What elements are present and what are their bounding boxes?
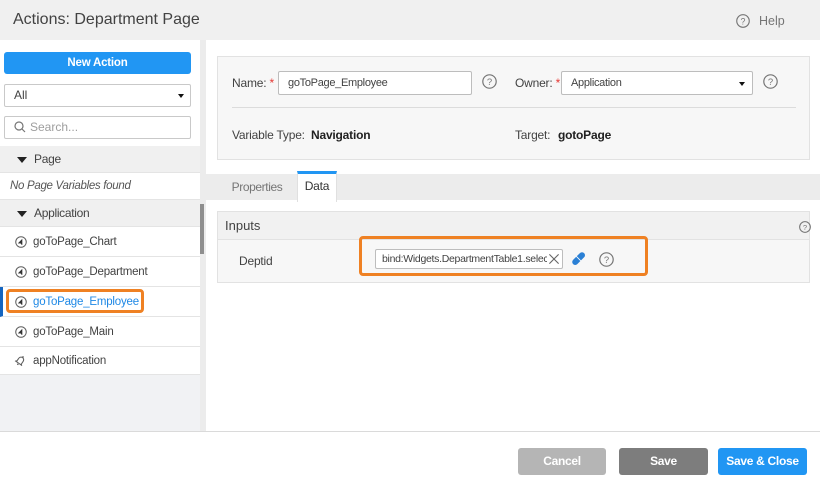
svg-text:?: ?	[803, 223, 807, 232]
svg-text:?: ?	[741, 16, 746, 26]
svg-text:?: ?	[768, 77, 773, 88]
svg-text:?: ?	[487, 77, 492, 88]
